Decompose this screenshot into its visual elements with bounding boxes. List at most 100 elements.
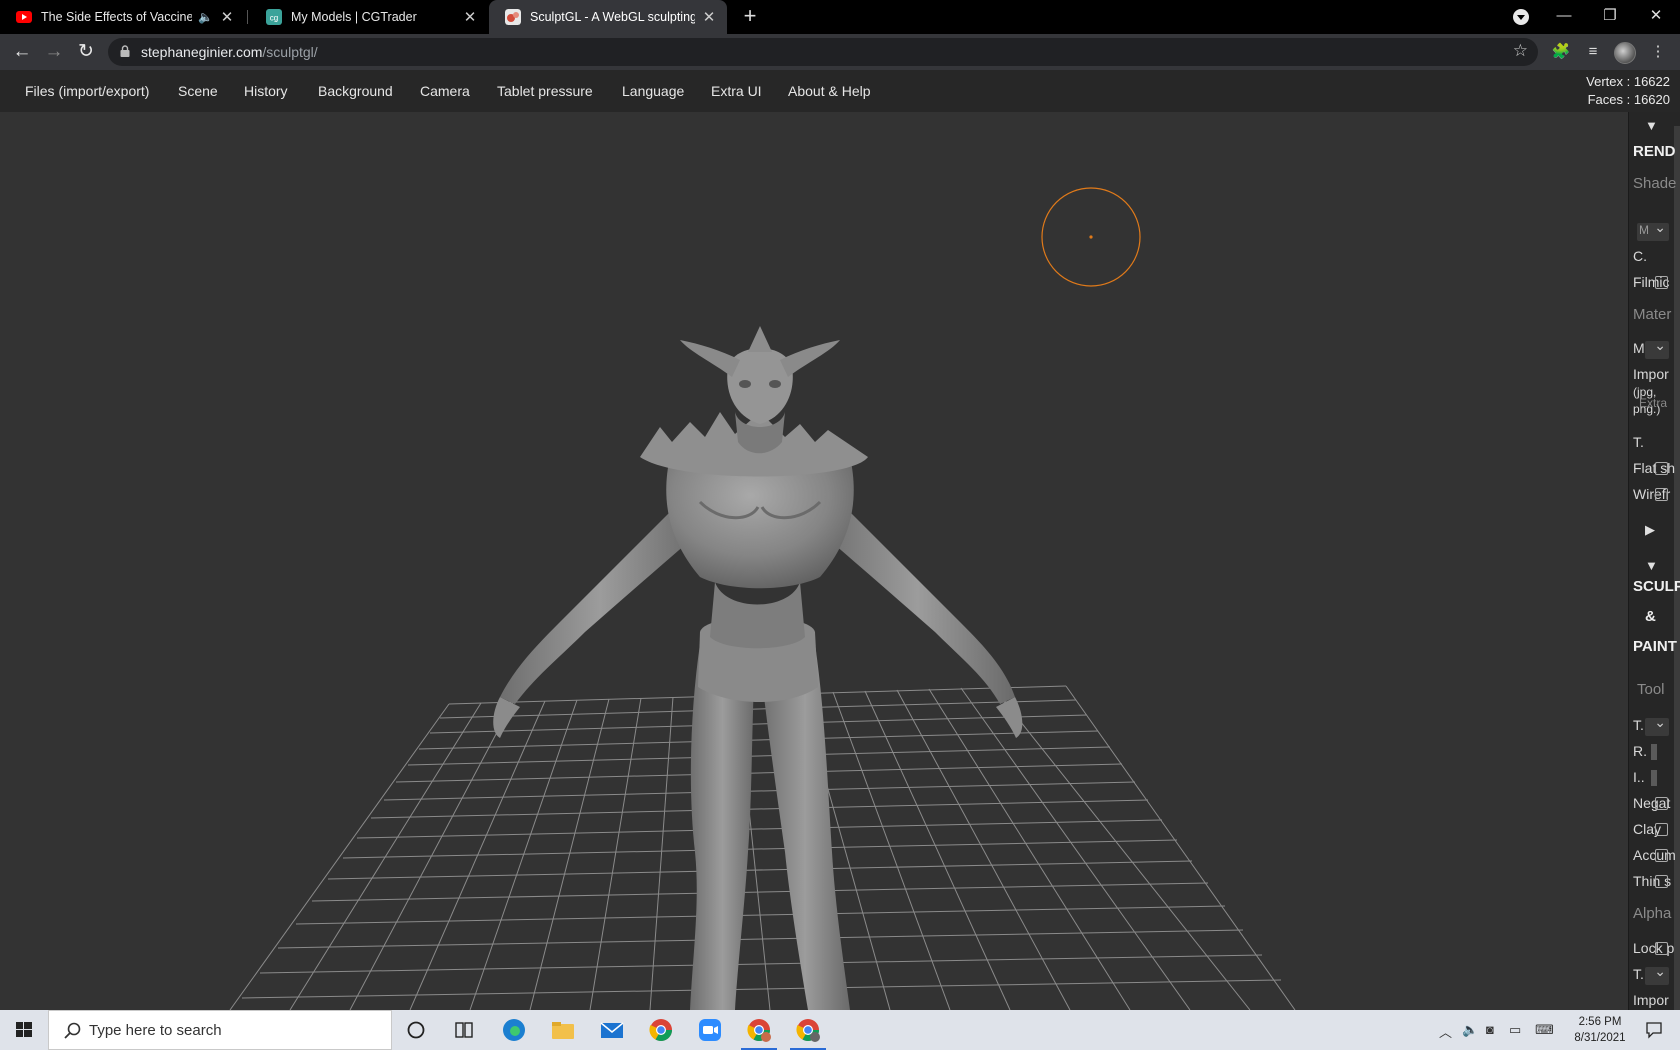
- media-queue-icon[interactable]: ≡: [1583, 42, 1603, 62]
- tool-label: Tool: [1637, 681, 1665, 698]
- browser-toolbar: ← → ↻ stephaneginier.com/sculptgl/ ☆ 🧩 ≡…: [0, 34, 1680, 70]
- back-icon[interactable]: ←: [8, 38, 36, 66]
- taskbar-clock[interactable]: 2:56 PM 8/31/2021: [1562, 1014, 1638, 1046]
- windows-start-icon[interactable]: [0, 1010, 48, 1050]
- tab-sculptgl[interactable]: SculptGL - A WebGL sculpting ap ✕: [489, 0, 727, 34]
- forward-icon[interactable]: →: [40, 38, 68, 66]
- tab-youtube[interactable]: The Side Effects of Vaccines 🔈 ✕: [0, 0, 245, 34]
- cortana-icon[interactable]: [402, 1016, 430, 1044]
- menu-about-help[interactable]: About & Help: [788, 70, 871, 112]
- tool-select[interactable]: [1645, 714, 1669, 736]
- intensity-slider[interactable]: [1651, 770, 1657, 786]
- youtube-icon: [16, 11, 32, 23]
- faces-count: Faces : 16620: [1587, 92, 1670, 107]
- tab-search-icon[interactable]: [1512, 8, 1530, 26]
- clock-time: 2:56 PM: [1578, 1016, 1622, 1028]
- svg-text:cg: cg: [270, 14, 278, 23]
- alpha-label: Alpha: [1633, 905, 1672, 922]
- chrome-active-icon[interactable]: [794, 1016, 822, 1044]
- network-icon[interactable]: ▭: [1509, 1022, 1521, 1038]
- ground-grid: [229, 685, 1296, 1010]
- new-tab-button[interactable]: +: [738, 0, 762, 34]
- notifications-icon[interactable]: [1645, 1021, 1663, 1039]
- alpha-import-label[interactable]: Impor: [1633, 992, 1669, 1008]
- paint-header: PAINT: [1633, 638, 1677, 655]
- side-panel: ▼ REND Shade M C. Filmic Mater M Impor (…: [1628, 112, 1680, 1010]
- close-tab-icon[interactable]: ✕: [219, 8, 235, 26]
- speaker-muted-icon[interactable]: 🔈: [198, 10, 213, 24]
- close-tab-icon[interactable]: ✕: [462, 8, 478, 26]
- brush-cursor: [1041, 187, 1141, 287]
- edge-icon[interactable]: [500, 1016, 528, 1044]
- sculpt-viewport[interactable]: [0, 112, 1628, 1010]
- file-explorer-icon[interactable]: [549, 1016, 577, 1044]
- intensity-label: I..: [1633, 769, 1645, 785]
- url-path: /sculptgl/: [262, 44, 318, 60]
- app-menu-bar: Files (import/export) Scene History Back…: [0, 70, 1680, 112]
- flat-shading-label: Flat sh: [1633, 460, 1676, 476]
- wireframe-checkbox[interactable]: [1655, 488, 1668, 501]
- collapse-arrow-icon[interactable]: ▼: [1645, 118, 1658, 133]
- import-label[interactable]: Impor: [1633, 366, 1669, 382]
- cgtrader-icon: cg: [266, 9, 282, 25]
- close-tab-icon[interactable]: ✕: [701, 8, 717, 26]
- expand-arrow-icon[interactable]: ▶: [1645, 522, 1655, 538]
- close-window-icon[interactable]: ✕: [1633, 0, 1679, 32]
- mail-icon[interactable]: [598, 1016, 626, 1044]
- radius-label: R.: [1633, 743, 1647, 759]
- search-icon: [64, 1022, 81, 1039]
- accumulate-checkbox[interactable]: [1655, 849, 1668, 862]
- sculpt-header[interactable]: SCULP: [1633, 578, 1680, 595]
- menu-files[interactable]: Files (import/export): [25, 70, 149, 112]
- profile-avatar[interactable]: [1614, 42, 1636, 64]
- tool-select-value: T.: [1633, 717, 1644, 733]
- alpha-select[interactable]: [1645, 963, 1669, 985]
- volume-icon[interactable]: 🔈: [1462, 1022, 1478, 1038]
- thin-checkbox[interactable]: [1655, 875, 1668, 888]
- menu-extra-ui[interactable]: Extra UI: [711, 70, 762, 112]
- reload-icon[interactable]: ↻: [72, 38, 100, 66]
- filmic-checkbox[interactable]: [1655, 276, 1668, 289]
- mesh-stats: Vertex : 16622 Faces : 16620: [1586, 73, 1670, 109]
- lock-checkbox[interactable]: [1655, 942, 1668, 955]
- chrome-icon[interactable]: [647, 1016, 675, 1044]
- material-label: Mater: [1633, 306, 1672, 323]
- browser-menu-icon[interactable]: ⋮: [1648, 42, 1668, 62]
- show-hidden-icons[interactable]: ︿: [1439, 1022, 1452, 1041]
- url-text: stephaneginier.com/sculptgl/: [141, 44, 318, 60]
- restore-icon[interactable]: ❐: [1587, 0, 1633, 32]
- alpha-select-value: T.: [1633, 966, 1644, 982]
- taskbar-search[interactable]: Type here to search: [48, 1010, 392, 1050]
- tab-title: SculptGL - A WebGL sculpting ap: [530, 10, 695, 24]
- keyboard-icon[interactable]: ⌨: [1535, 1022, 1554, 1038]
- menu-camera[interactable]: Camera: [420, 70, 470, 112]
- panel-scrollbar[interactable]: [1674, 126, 1680, 1010]
- shader-select-value: M: [1639, 223, 1649, 237]
- sculpt-model[interactable]: [493, 326, 1023, 1010]
- chrome-profile-icon[interactable]: [745, 1016, 773, 1044]
- material-select[interactable]: [1645, 337, 1669, 359]
- clay-checkbox[interactable]: [1655, 823, 1668, 836]
- negative-checkbox[interactable]: [1655, 797, 1668, 810]
- webcam-icon[interactable]: ◙: [1486, 1022, 1494, 1037]
- tab-divider: [247, 10, 248, 24]
- radius-slider[interactable]: [1651, 744, 1657, 760]
- menu-history[interactable]: History: [244, 70, 288, 112]
- menu-background[interactable]: Background: [318, 70, 393, 112]
- zoom-icon[interactable]: [696, 1016, 724, 1044]
- menu-language[interactable]: Language: [622, 70, 684, 112]
- task-view-icon[interactable]: [450, 1016, 478, 1044]
- menu-tablet-pressure[interactable]: Tablet pressure: [497, 70, 593, 112]
- rendering-header[interactable]: REND: [1633, 143, 1676, 160]
- tab-cgtrader[interactable]: cg My Models | CGTrader ✕: [250, 0, 488, 34]
- tab-title: My Models | CGTrader: [291, 10, 417, 24]
- address-bar[interactable]: stephaneginier.com/sculptgl/ ☆: [108, 38, 1538, 66]
- flat-shading-checkbox[interactable]: [1655, 462, 1668, 475]
- bookmark-star-icon[interactable]: ☆: [1513, 41, 1528, 61]
- search-placeholder: Type here to search: [89, 1022, 222, 1039]
- collapse-arrow-icon[interactable]: ▼: [1645, 558, 1658, 573]
- extensions-icon[interactable]: 🧩: [1551, 42, 1571, 62]
- menu-scene[interactable]: Scene: [178, 70, 218, 112]
- vertex-count: Vertex : 16622: [1586, 74, 1670, 89]
- minimize-icon[interactable]: —: [1541, 0, 1587, 32]
